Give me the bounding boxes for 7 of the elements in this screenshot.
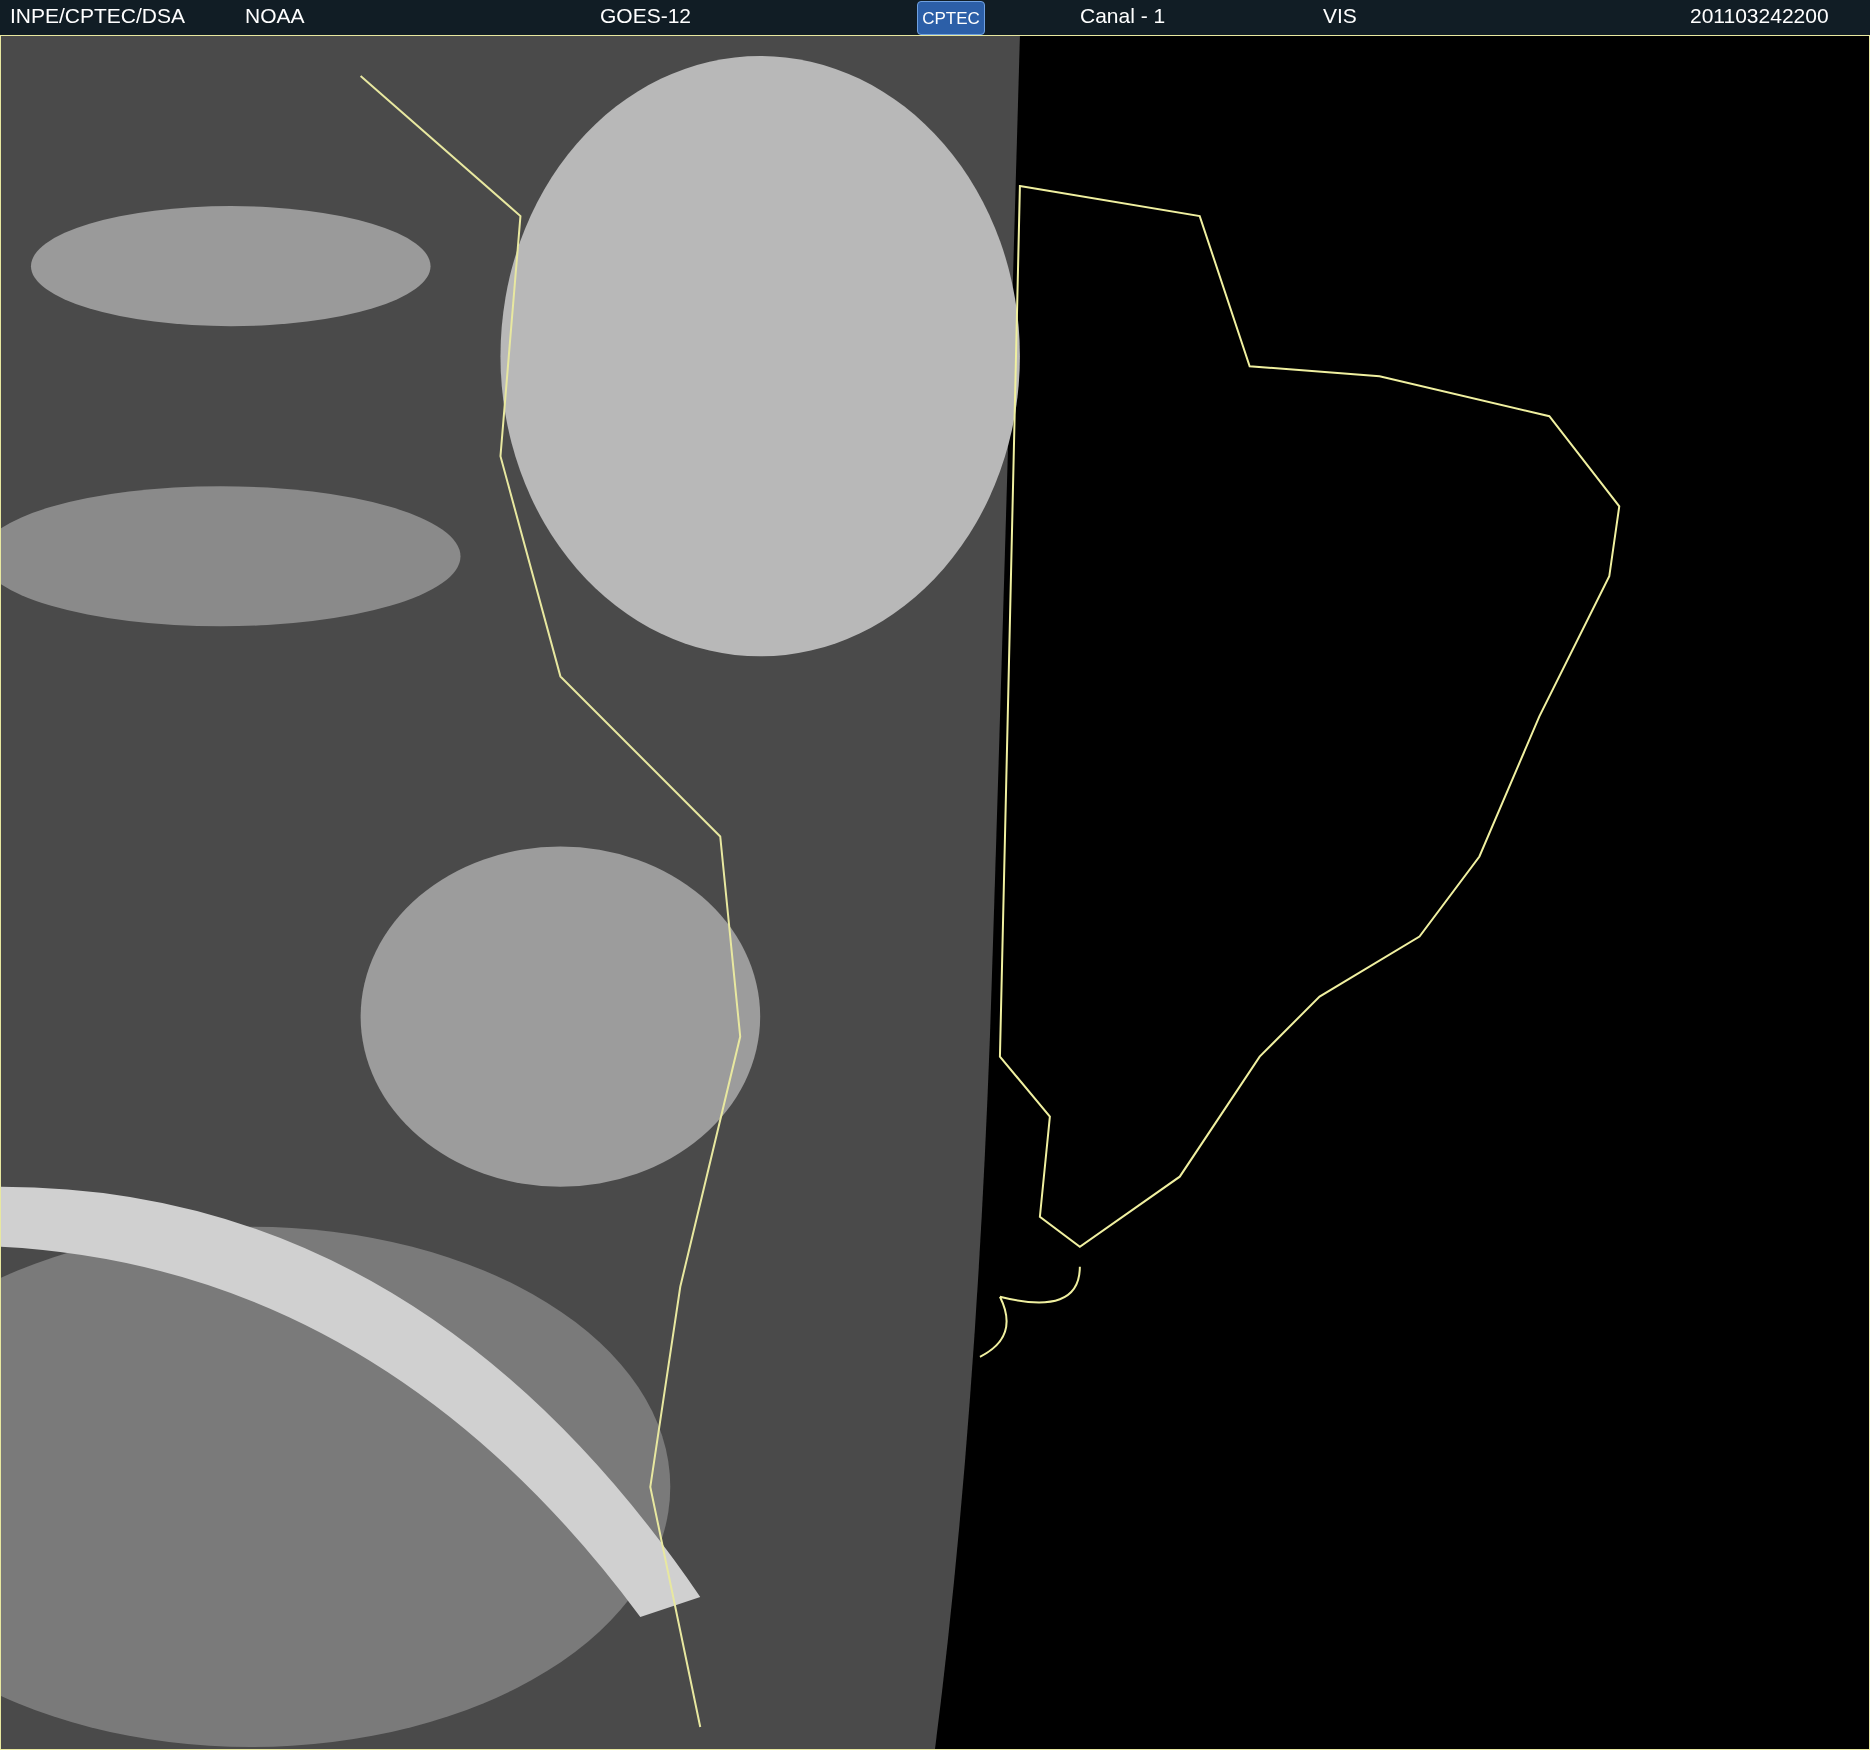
header-label: VIS (1323, 5, 1357, 26)
logo: CPTEC (917, 1, 985, 35)
header-label: 201103242200 (1690, 5, 1829, 26)
header-label: NOAA (245, 5, 305, 26)
header-label: Canal - 1 (1080, 5, 1166, 26)
header-label: GOES-12 (600, 5, 692, 26)
header-label: INPE/CPTEC/DSA (10, 5, 186, 26)
